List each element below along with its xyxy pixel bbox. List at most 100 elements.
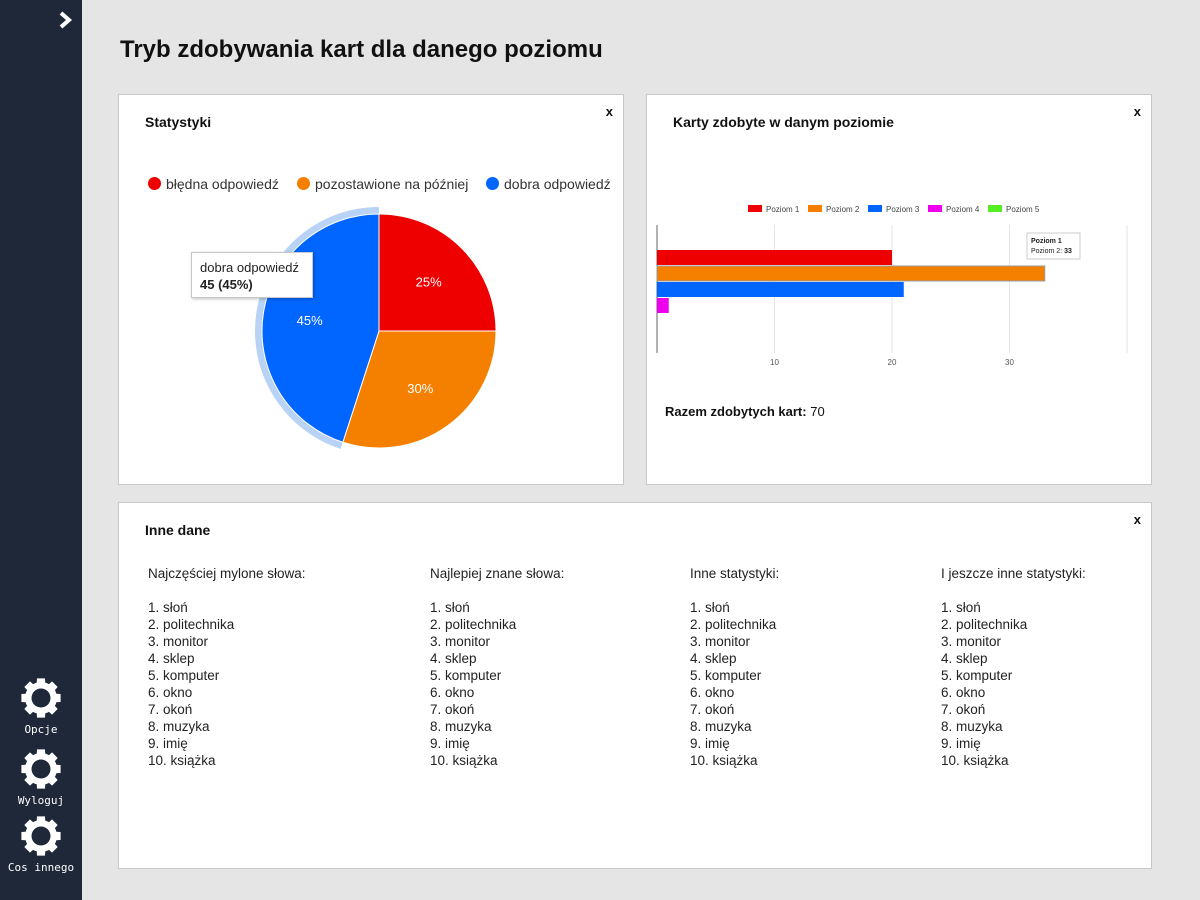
stats-panel: Statystyki x błędna odpowiedź pozostawio…: [118, 94, 624, 485]
list-item: 8. muzyka: [941, 719, 1003, 734]
list-item: 3. monitor: [148, 634, 209, 649]
page-title: Tryb zdobywania kart dla danego poziomu: [120, 36, 603, 63]
list-item: 4. sklep: [941, 651, 988, 666]
list-item: 6. okno: [941, 685, 986, 700]
list-item: 2. politechnika: [430, 617, 517, 632]
list-item: 1. słoń: [148, 600, 188, 615]
legend-swatch: [748, 205, 762, 212]
gear-icon: [21, 678, 61, 718]
list-item: 7. okoń: [148, 702, 193, 717]
list-item: 4. sklep: [690, 651, 737, 666]
list-item: 6. okno: [148, 685, 193, 700]
sidebar-item-opcje[interactable]: Opcje: [0, 677, 82, 736]
close-button[interactable]: x: [1134, 512, 1141, 527]
list-item: 5. komputer: [148, 668, 220, 683]
word-list: 1. słoń 2. politechnika 3. monitor 4. sklep…: [941, 599, 1086, 769]
bar-chart: Poziom 1 Poziom 2 Poziom 3 Poziom 4 Poziom 5…: [656, 205, 1128, 367]
legend-swatch: [808, 205, 822, 212]
tooltip-text: Poziom 2: 33: [1031, 248, 1072, 255]
list-item: 5. komputer: [430, 668, 502, 683]
list-item: 2. politechnika: [148, 617, 235, 632]
list-item: 8. muzyka: [690, 719, 752, 734]
list-item: 10. książka: [690, 753, 758, 768]
list-item: 9. imię: [690, 736, 730, 751]
gear-icon: [21, 816, 61, 856]
list-item: 8. muzyka: [148, 719, 210, 734]
tooltip-title: dobra odpowiedź: [200, 260, 300, 275]
bar-tooltip: [1026, 232, 1081, 260]
pie-slice-label: 45%: [297, 313, 323, 328]
column-heading: Najczęściej mylone słowa:: [148, 566, 306, 581]
legend-label: Poziom 5: [1006, 205, 1040, 214]
list-item: 6. okno: [430, 685, 475, 700]
legend-label: Poziom 4: [946, 205, 980, 214]
list-item: 7. okoń: [941, 702, 986, 717]
total-label: Razem zdobytych kart:: [665, 404, 807, 419]
pie-tooltip: dobra odpowiedź 45 (45%): [191, 252, 313, 298]
list-item: 9. imię: [148, 736, 188, 751]
pie-slice-label: 30%: [407, 381, 433, 396]
list-item: 3. monitor: [690, 634, 751, 649]
column-heading: I jeszcze inne statystyki:: [941, 566, 1086, 581]
list-item: 1. słoń: [430, 600, 470, 615]
legend-swatch: [928, 205, 942, 212]
list-item: 1. słoń: [941, 600, 981, 615]
gear-icon: [21, 749, 61, 789]
list-item: 2. politechnika: [941, 617, 1028, 632]
list-item: 5. komputer: [941, 668, 1013, 683]
other-data-panel: Inne dane x Najczęściej mylone słowa: 1.…: [118, 502, 1152, 869]
pie-slice[interactable]: [378, 213, 497, 332]
list-item: 4. sklep: [148, 651, 195, 666]
total-value: 70: [810, 404, 825, 419]
list-column: I jeszcze inne statystyki: 1. słoń 2. pol…: [941, 565, 1086, 769]
bar[interactable]: [657, 250, 892, 265]
sidebar-item-wyloguj[interactable]: Wyloguj: [0, 748, 82, 807]
list-item: 9. imię: [941, 736, 981, 751]
pie-slice-label: 25%: [416, 274, 442, 289]
x-tick-label: 10: [770, 358, 779, 367]
cards-panel: Karty zdobyte w danym poziomie x Poziom …: [646, 94, 1152, 485]
tooltip-value: 45 (45%): [200, 277, 253, 292]
panel-title: Inne dane: [145, 522, 211, 538]
word-list: 1. słoń 2. politechnika 3. monitor 4. sklep…: [690, 599, 779, 769]
legend-label: Poziom 3: [886, 205, 920, 214]
legend-swatch: [868, 205, 882, 212]
word-list: 1. słoń 2. politechnika 3. monitor 4. sklep…: [430, 599, 564, 769]
sidebar-item-label: Cos innego: [7, 861, 75, 874]
sidebar-item-cos-innego[interactable]: Cos innego: [0, 815, 82, 874]
list-item: 10. książka: [148, 753, 216, 768]
list-item: 6. okno: [690, 685, 735, 700]
column-heading: Inne statystyki:: [690, 566, 780, 581]
expand-sidebar-chevron-icon[interactable]: [56, 10, 76, 30]
list-item: 9. imię: [430, 736, 470, 751]
column-heading: Najlepiej znane słowa:: [430, 566, 565, 581]
x-tick-label: 30: [1005, 358, 1014, 367]
x-tick-label: 20: [888, 358, 897, 367]
list-item: 3. monitor: [941, 634, 1002, 649]
list-item: 5. komputer: [690, 668, 762, 683]
legend-swatch: [988, 205, 1002, 212]
list-item: 4. sklep: [430, 651, 477, 666]
list-item: 7. okoń: [690, 702, 735, 717]
list-item: 7. okoń: [430, 702, 475, 717]
list-column: Najczęściej mylone słowa: 1. słoń 2. poli…: [148, 565, 306, 769]
total-cards: Razem zdobytych kart: 70: [665, 404, 825, 419]
list-item: 2. politechnika: [690, 617, 777, 632]
sidebar-item-label: Opcje: [24, 723, 58, 736]
list-item: 10. książka: [430, 753, 498, 768]
list-item: 8. muzyka: [430, 719, 492, 734]
bar[interactable]: [657, 282, 904, 297]
list-column: Najlepiej znane słowa: 1. słoń 2. politec…: [430, 565, 564, 769]
list-column: Inne statystyki: 1. słoń 2. politechnika 3…: [690, 565, 779, 769]
list-item: 3. monitor: [430, 634, 491, 649]
list-item: 10. książka: [941, 753, 1009, 768]
legend-label: Poziom 2: [826, 205, 860, 214]
bar[interactable]: [657, 298, 669, 313]
bar[interactable]: [656, 265, 1046, 282]
tooltip-title: Poziom 1: [1031, 238, 1062, 245]
sidebar: Opcje Wyloguj Cos innego: [0, 0, 82, 900]
list-item: 1. słoń: [690, 600, 730, 615]
legend-label: Poziom 1: [766, 205, 800, 214]
sidebar-item-label: Wyloguj: [17, 794, 65, 807]
word-list: 1. słoń 2. politechnika 3. monitor 4. sklep…: [148, 599, 306, 769]
